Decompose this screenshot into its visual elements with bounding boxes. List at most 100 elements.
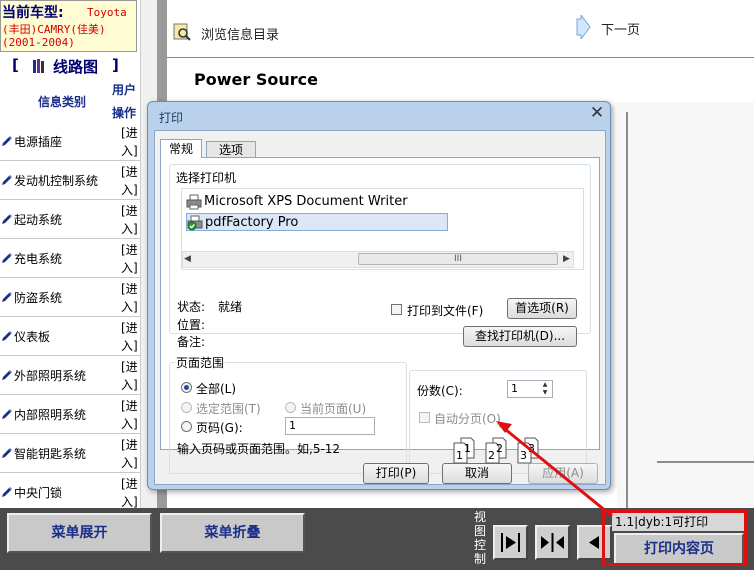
enter-link[interactable]: 入] xyxy=(121,415,138,432)
category-item[interactable]: 内部照明系统 [进 入] xyxy=(0,395,140,434)
pencil-icon xyxy=(2,331,12,341)
pencil-icon xyxy=(2,409,12,419)
collate-checkbox[interactable] xyxy=(419,412,430,423)
category-name[interactable]: 电源插座 xyxy=(14,133,62,150)
enter-link[interactable]: 入] xyxy=(121,259,138,276)
pages-input[interactable]: 1 xyxy=(285,417,375,435)
category-item[interactable]: 充电系统 [进 入] xyxy=(0,239,140,278)
app-window: 当前车型: Toyota (丰田)CAMRY(佳美) (2001-2004) [… xyxy=(0,0,754,570)
category-item[interactable]: 起动系统 [进 入] xyxy=(0,200,140,239)
browse-catalog-link[interactable]: 浏览信息目录 xyxy=(201,24,279,43)
enter-link[interactable]: 入] xyxy=(121,337,138,354)
scroll-left-icon[interactable]: ◀ xyxy=(184,254,191,264)
pencil-icon xyxy=(2,214,12,224)
category-item[interactable]: 防盗系统 [进 入] xyxy=(0,278,140,317)
category-name[interactable]: 中央门锁 xyxy=(14,484,62,501)
range-selection-radio[interactable] xyxy=(181,402,192,413)
scroll-right-icon[interactable]: ▶ xyxy=(563,254,570,264)
enter-link[interactable]: [进 xyxy=(121,163,138,180)
view-expand-right-button[interactable] xyxy=(493,525,528,560)
enter-link[interactable]: 入] xyxy=(121,181,138,198)
category-item[interactable]: 仪表板 [进 入] xyxy=(0,317,140,356)
enter-link[interactable]: [进 xyxy=(121,358,138,375)
range-current-label: 当前页面(U) xyxy=(300,402,367,416)
category-name[interactable]: 起动系统 xyxy=(14,211,62,228)
printer-list[interactable]: Microsoft XPS Document Writer pdfFactory… xyxy=(181,188,584,270)
category-name[interactable]: 内部照明系统 xyxy=(14,406,86,423)
current-vehicle-box: 当前车型: Toyota (丰田)CAMRY(佳美) (2001-2004) xyxy=(0,0,137,52)
enter-link[interactable]: 入] xyxy=(121,376,138,393)
vehicle-make: Toyota xyxy=(87,6,127,19)
enter-link[interactable]: [进 xyxy=(121,397,138,414)
category-name[interactable]: 发动机控制系统 xyxy=(14,172,98,189)
category-name[interactable]: 智能钥匙系统 xyxy=(14,445,86,462)
enter-link[interactable]: 入] xyxy=(121,454,138,471)
print-button[interactable]: 打印(P) xyxy=(363,463,429,484)
category-item[interactable]: 中央门锁 [进 入] xyxy=(0,473,140,512)
printer-name: Microsoft XPS Document Writer xyxy=(204,194,408,209)
tab-options[interactable]: 选项 xyxy=(206,141,256,158)
view-control-label: 视图控制 xyxy=(474,510,487,566)
close-icon[interactable]: ✕ xyxy=(589,105,605,122)
copies-label: 份数(C): xyxy=(417,384,463,398)
range-all-label[interactable]: 全部(L) xyxy=(196,380,236,397)
column-header-operation: 操作 xyxy=(112,106,137,120)
wiring-schematic: 5A ECU-ACC 10A RAD NO. 2 15A CIG 15A POW… xyxy=(617,102,754,562)
enter-link[interactable]: [进 xyxy=(121,475,138,492)
cancel-button[interactable]: 取消 xyxy=(442,463,512,484)
printer-list-scrollbar[interactable]: III ◀ ▶ xyxy=(182,251,574,268)
view-split-button[interactable] xyxy=(535,525,570,560)
range-pages-radio[interactable] xyxy=(181,421,192,432)
printer-icon xyxy=(186,194,202,210)
next-page-link[interactable]: 下一页 xyxy=(601,19,640,38)
column-header-category: 信息类别 xyxy=(38,95,87,109)
enter-link[interactable]: [进 xyxy=(121,319,138,336)
schematic-drawing: 5A ECU-ACC 10A RAD NO. 2 15A CIG 15A POW… xyxy=(626,112,754,542)
enter-link[interactable]: [进 xyxy=(121,241,138,258)
range-current-radio[interactable] xyxy=(285,402,296,413)
pencil-icon xyxy=(2,136,12,146)
enter-link[interactable]: [进 xyxy=(121,280,138,297)
scroll-thumb[interactable]: III xyxy=(358,253,558,265)
enter-link[interactable]: [进 xyxy=(121,124,138,141)
browse-catalog-icon[interactable] xyxy=(173,23,191,41)
preferences-button[interactable]: 首选项(R) xyxy=(507,298,577,319)
enter-link[interactable]: 入] xyxy=(121,142,138,159)
enter-link[interactable]: [进 xyxy=(121,202,138,219)
category-item[interactable]: 智能钥匙系统 [进 入] xyxy=(0,434,140,473)
enter-link[interactable]: 入] xyxy=(121,220,138,237)
range-all-radio[interactable] xyxy=(181,382,192,393)
range-selection-label: 选定范围(T) xyxy=(196,402,261,416)
page-range-label: 页面范围 xyxy=(175,354,226,371)
category-name[interactable]: 外部照明系统 xyxy=(14,367,86,384)
category-name[interactable]: 防盗系统 xyxy=(14,289,62,306)
enter-link[interactable]: 入] xyxy=(121,298,138,315)
location-label: 位置: xyxy=(177,318,206,332)
tab-general[interactable]: 常规 xyxy=(160,139,202,158)
document-title: Power Source xyxy=(194,70,318,89)
print-to-file-checkbox[interactable] xyxy=(391,304,402,315)
category-item[interactable]: 外部照明系统 [进 入] xyxy=(0,356,140,395)
printer-item-pdffactory[interactable]: pdfFactory Pro xyxy=(186,213,448,231)
find-printer-button[interactable]: 查找打印机(D)... xyxy=(463,326,577,347)
category-item[interactable]: 发动机控制系统 [进 入] xyxy=(0,161,140,200)
apply-button[interactable]: 应用(A) xyxy=(528,463,598,484)
next-page-arrow-icon[interactable] xyxy=(575,15,591,39)
printer-item-xps[interactable]: Microsoft XPS Document Writer xyxy=(186,193,426,211)
vehicle-label: 当前车型: xyxy=(2,5,64,21)
copies-spinner[interactable]: ▲ ▼ xyxy=(538,381,552,397)
pencil-icon xyxy=(2,487,12,497)
category-name[interactable]: 仪表板 xyxy=(14,328,50,345)
collate-number: 2 xyxy=(496,442,503,455)
comment-label: 备注: xyxy=(177,335,206,349)
category-item[interactable]: 电源插座 [进 入] xyxy=(0,122,140,161)
category-name[interactable]: 充电系统 xyxy=(14,250,62,267)
vehicle-model: (丰田)CAMRY(佳美) xyxy=(2,23,106,36)
print-to-file-label[interactable]: 打印到文件(F) xyxy=(407,302,483,319)
expand-menu-button[interactable]: 菜单展开 xyxy=(7,513,152,553)
enter-link[interactable]: [进 xyxy=(121,436,138,453)
pencil-icon xyxy=(2,253,12,263)
dialog-title: 打印 xyxy=(159,111,184,125)
range-pages-label[interactable]: 页码(G): xyxy=(196,419,243,436)
collapse-menu-button[interactable]: 菜单折叠 xyxy=(160,513,305,553)
